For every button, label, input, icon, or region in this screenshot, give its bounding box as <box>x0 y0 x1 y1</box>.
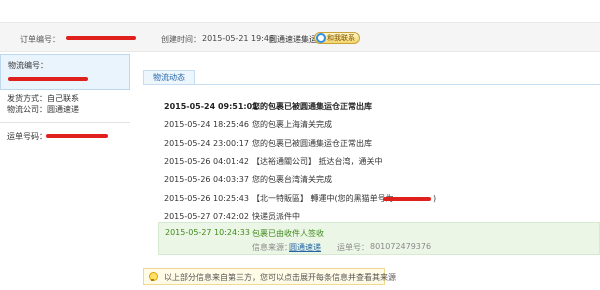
waybill-short-label: 运单号： <box>337 243 369 252</box>
event-close-paren: ) <box>433 193 437 203</box>
info-source-link[interactable]: 圆通速递 <box>289 242 321 253</box>
waybill-value: 801072479376 <box>370 242 432 251</box>
order-info-bar: 订单编号： 创建时间： 2015-05-21 19:46 圆通速递集运 和我联系 <box>0 22 600 52</box>
event-description: 您的包裹已被圆通集运仓正常出库 <box>252 102 372 111</box>
event-time: 2015-05-24 23:00:17 <box>164 138 249 148</box>
event-time: 2015-05-26 04:03:37 <box>164 175 249 185</box>
latest-event-box: 2015-05-27 10:24:33 包裹已由收件人签收 信息来源： 圆通速递… <box>158 222 600 255</box>
ship-method: 发货方式：自己联系 <box>7 94 79 103</box>
created-time-label: 创建时间： <box>161 35 201 44</box>
event-time: 2015-05-27 07:42:02 <box>164 211 249 221</box>
tab-logistics-updates[interactable]: 物流动态 <box>143 70 195 85</box>
wangwang-icon <box>316 33 326 43</box>
event-time: 2015-05-24 09:51:01 <box>164 102 258 111</box>
carrier-name: 圆通速递集运 <box>269 35 317 44</box>
tracking-number-box: 物流编号： <box>0 54 130 90</box>
event-description: 您的包裹上海清关完成 <box>252 120 332 130</box>
waybill-label: 运单号码： <box>7 132 47 141</box>
event-description: 【北一特販區】 轉運中(您的黑猫单号为 <box>252 193 394 203</box>
tracking-number-label: 物流编号： <box>8 61 48 70</box>
waybill-redacted <box>46 134 108 138</box>
shipping-info-panel: 物流编号： 发货方式：自己联系 物流公司：圆通速递 运单号码： <box>0 52 130 290</box>
panel-divider <box>0 122 130 123</box>
event-redacted-number <box>383 196 431 201</box>
tab-underline <box>143 84 600 85</box>
latest-event-desc: 包裹已由收件人签收 <box>252 229 324 238</box>
third-party-notice: 以上部分信息来自第三方，您可以点击展开每条信息并查看其来源 <box>143 268 396 285</box>
event-description: 您的包裹台湾清关完成 <box>252 175 332 185</box>
logistics-company: 物流公司：圆通速递 <box>7 105 79 114</box>
contact-me-button[interactable]: 和我联系 <box>314 32 360 44</box>
bulb-icon <box>148 272 158 282</box>
notice-text: 以上部分信息来自第三方，您可以点击展开每条信息并查看其来源 <box>164 273 396 282</box>
latest-event-time: 2015-05-27 10:24:33 <box>165 228 250 237</box>
info-source-label: 信息来源： <box>252 243 292 252</box>
created-time-value: 2015-05-21 19:46 <box>202 34 275 43</box>
event-description: 您的包裹已被圆通集运仓正常出库 <box>252 138 372 148</box>
contact-me-label: 和我联系 <box>327 34 355 42</box>
event-time: 2015-05-26 04:01:42 <box>164 156 249 166</box>
event-description: 快递员派件中 <box>252 211 300 221</box>
order-number-label: 订单编号： <box>20 35 60 44</box>
event-time: 2015-05-24 18:25:46 <box>164 120 249 130</box>
order-number-redacted <box>66 36 136 40</box>
event-description: 【达裕通關公司】 抵达台湾，通关中 <box>252 156 383 166</box>
event-time: 2015-05-26 10:25:43 <box>164 193 249 203</box>
tracking-number-redacted <box>8 77 88 81</box>
